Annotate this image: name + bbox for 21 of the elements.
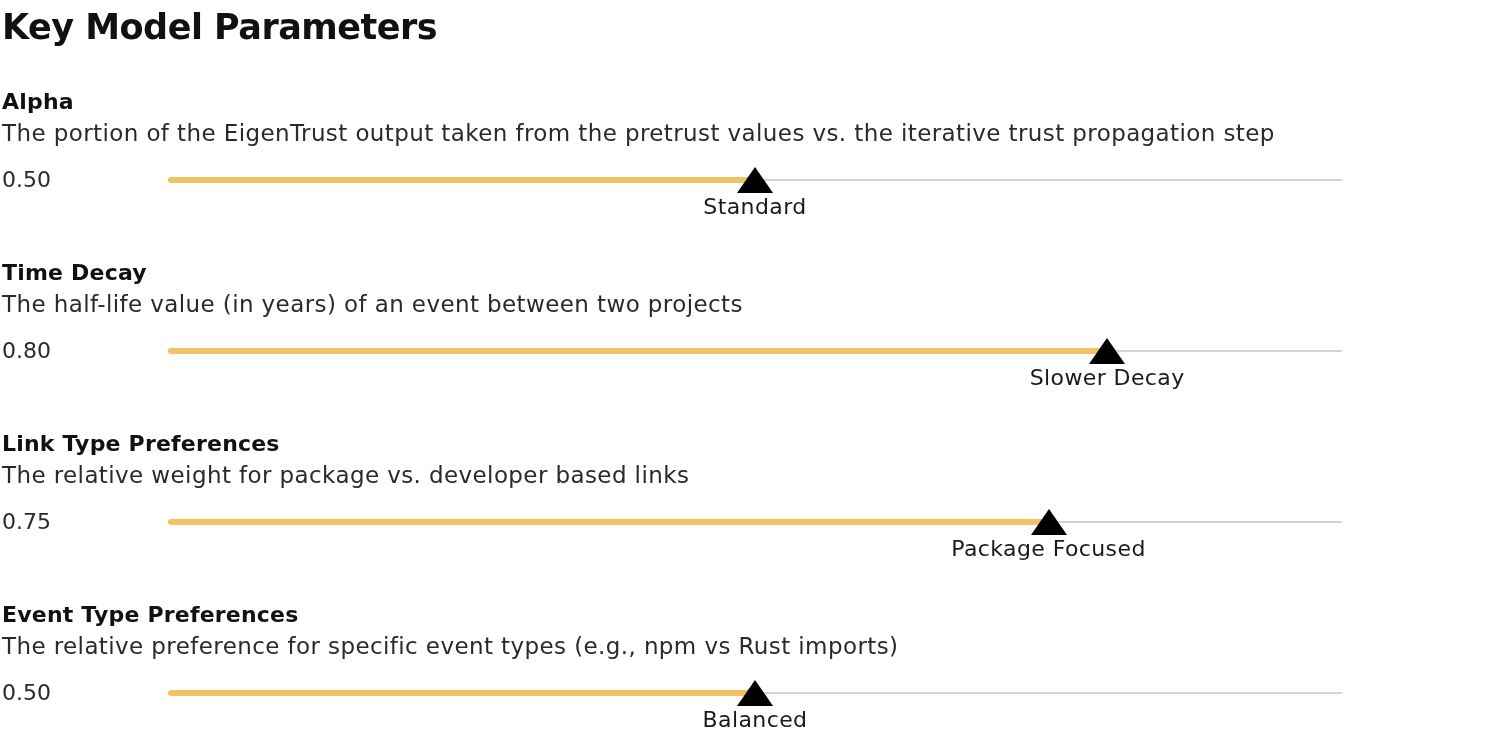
parameter-description: The portion of the EigenTrust output taken from the pretrust values vs. the iterative trust propagation step xyxy=(2,119,1275,148)
parameter-value: 0.80 xyxy=(2,338,51,363)
parameter-value: 0.50 xyxy=(2,167,51,192)
parameter-value: 0.75 xyxy=(2,509,51,534)
parameter-name: Event Type Preferences xyxy=(2,601,299,629)
setting-label: Balanced xyxy=(702,706,808,734)
slider-handle[interactable] xyxy=(737,167,773,193)
slider-handle[interactable] xyxy=(1030,509,1067,535)
slider-handle[interactable] xyxy=(737,680,773,706)
parameter-name: Time Decay xyxy=(2,259,147,287)
parameter-value: 0.50 xyxy=(2,680,51,705)
setting-label: Standard xyxy=(703,193,807,221)
slider-handle[interactable] xyxy=(1089,338,1126,364)
setting-label: Slower Decay xyxy=(1029,364,1185,392)
parameter-description: The half-life value (in years) of an event between two projects xyxy=(2,290,743,319)
page-title: Key Model Parameters xyxy=(2,6,438,49)
parameter-name: Link Type Preferences xyxy=(2,430,280,458)
parameter-name: Alpha xyxy=(2,88,74,116)
setting-label: Package Focused xyxy=(951,535,1146,563)
parameter-description: The relative weight for package vs. developer based links xyxy=(2,461,690,490)
parameter-description: The relative preference for specific event types (e.g., npm vs Rust imports) xyxy=(2,632,899,661)
